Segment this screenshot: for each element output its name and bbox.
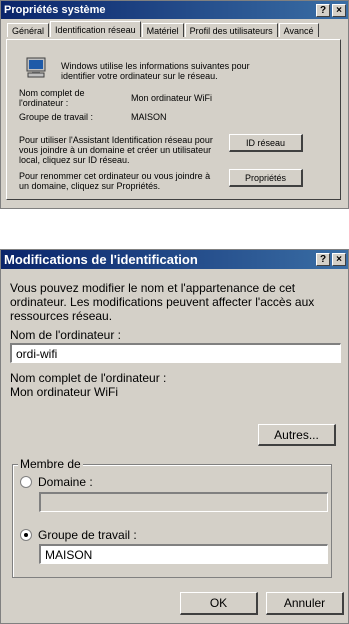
intro-text: Windows utilise les informations suivant… — [61, 61, 250, 81]
window-title: Propriétés système — [4, 4, 106, 16]
full-name-label: Nom complet de l'ordinateur : — [10, 371, 167, 385]
network-id-button[interactable]: ID réseau — [229, 134, 303, 152]
help-button[interactable]: ? — [316, 253, 330, 266]
tab-general[interactable]: Général — [7, 23, 50, 37]
properties-button[interactable]: Propriétés — [229, 169, 303, 187]
computer-name-input[interactable]: ordi-wifi — [10, 343, 341, 363]
tab-network-identification[interactable]: Identification réseau — [50, 21, 141, 37]
tab-hardware[interactable]: Matériel — [141, 23, 184, 37]
workgroup-label: Groupe de travail : — [19, 112, 94, 122]
tab-advanced[interactable]: Avancé — [278, 23, 319, 37]
close-button[interactable]: × — [332, 253, 346, 266]
rename-text: Pour renommer cet ordinateur ou vous joi… — [19, 171, 211, 191]
domain-label: Domaine : — [38, 475, 93, 489]
workgroup-label: Groupe de travail : — [38, 528, 137, 542]
cancel-button[interactable]: Annuler — [266, 592, 344, 615]
system-properties-window: Propriétés système ? × Général Identific… — [0, 0, 349, 209]
help-button[interactable]: ? — [316, 3, 330, 17]
tab-user-profiles[interactable]: Profil des utilisateurs — [184, 23, 278, 37]
membership-group-label: Membre de — [18, 457, 83, 471]
workgroup-value: MAISON — [131, 112, 167, 122]
workgroup-radio[interactable] — [20, 529, 32, 541]
title-bar[interactable]: Propriétés système ? × — [1, 1, 348, 19]
selected-dot — [24, 533, 28, 537]
full-name-value: Mon ordinateur WiFi — [131, 93, 213, 103]
full-name-value: Mon ordinateur WiFi — [10, 385, 119, 399]
domain-input[interactable] — [39, 492, 328, 512]
computer-icon — [25, 57, 47, 79]
tab-strip: Général Identification réseau Matériel P… — [7, 21, 320, 37]
ok-button[interactable]: OK — [180, 592, 258, 615]
workgroup-input[interactable]: MAISON — [39, 544, 328, 564]
computer-name-label: Nom de l'ordinateur : — [10, 328, 122, 342]
close-button[interactable]: × — [332, 3, 346, 17]
more-button[interactable]: Autres... — [258, 424, 336, 446]
intro-text: Vous pouvez modifier le nom et l'apparte… — [10, 281, 315, 323]
domain-radio[interactable] — [20, 476, 32, 488]
title-bar[interactable]: Modifications de l'identification ? × — [1, 250, 348, 269]
window-title: Modifications de l'identification — [4, 252, 198, 267]
wizard-text: Pour utiliser l'Assistant Identification… — [19, 135, 213, 165]
full-name-label: Nom complet de l'ordinateur : — [19, 88, 85, 108]
